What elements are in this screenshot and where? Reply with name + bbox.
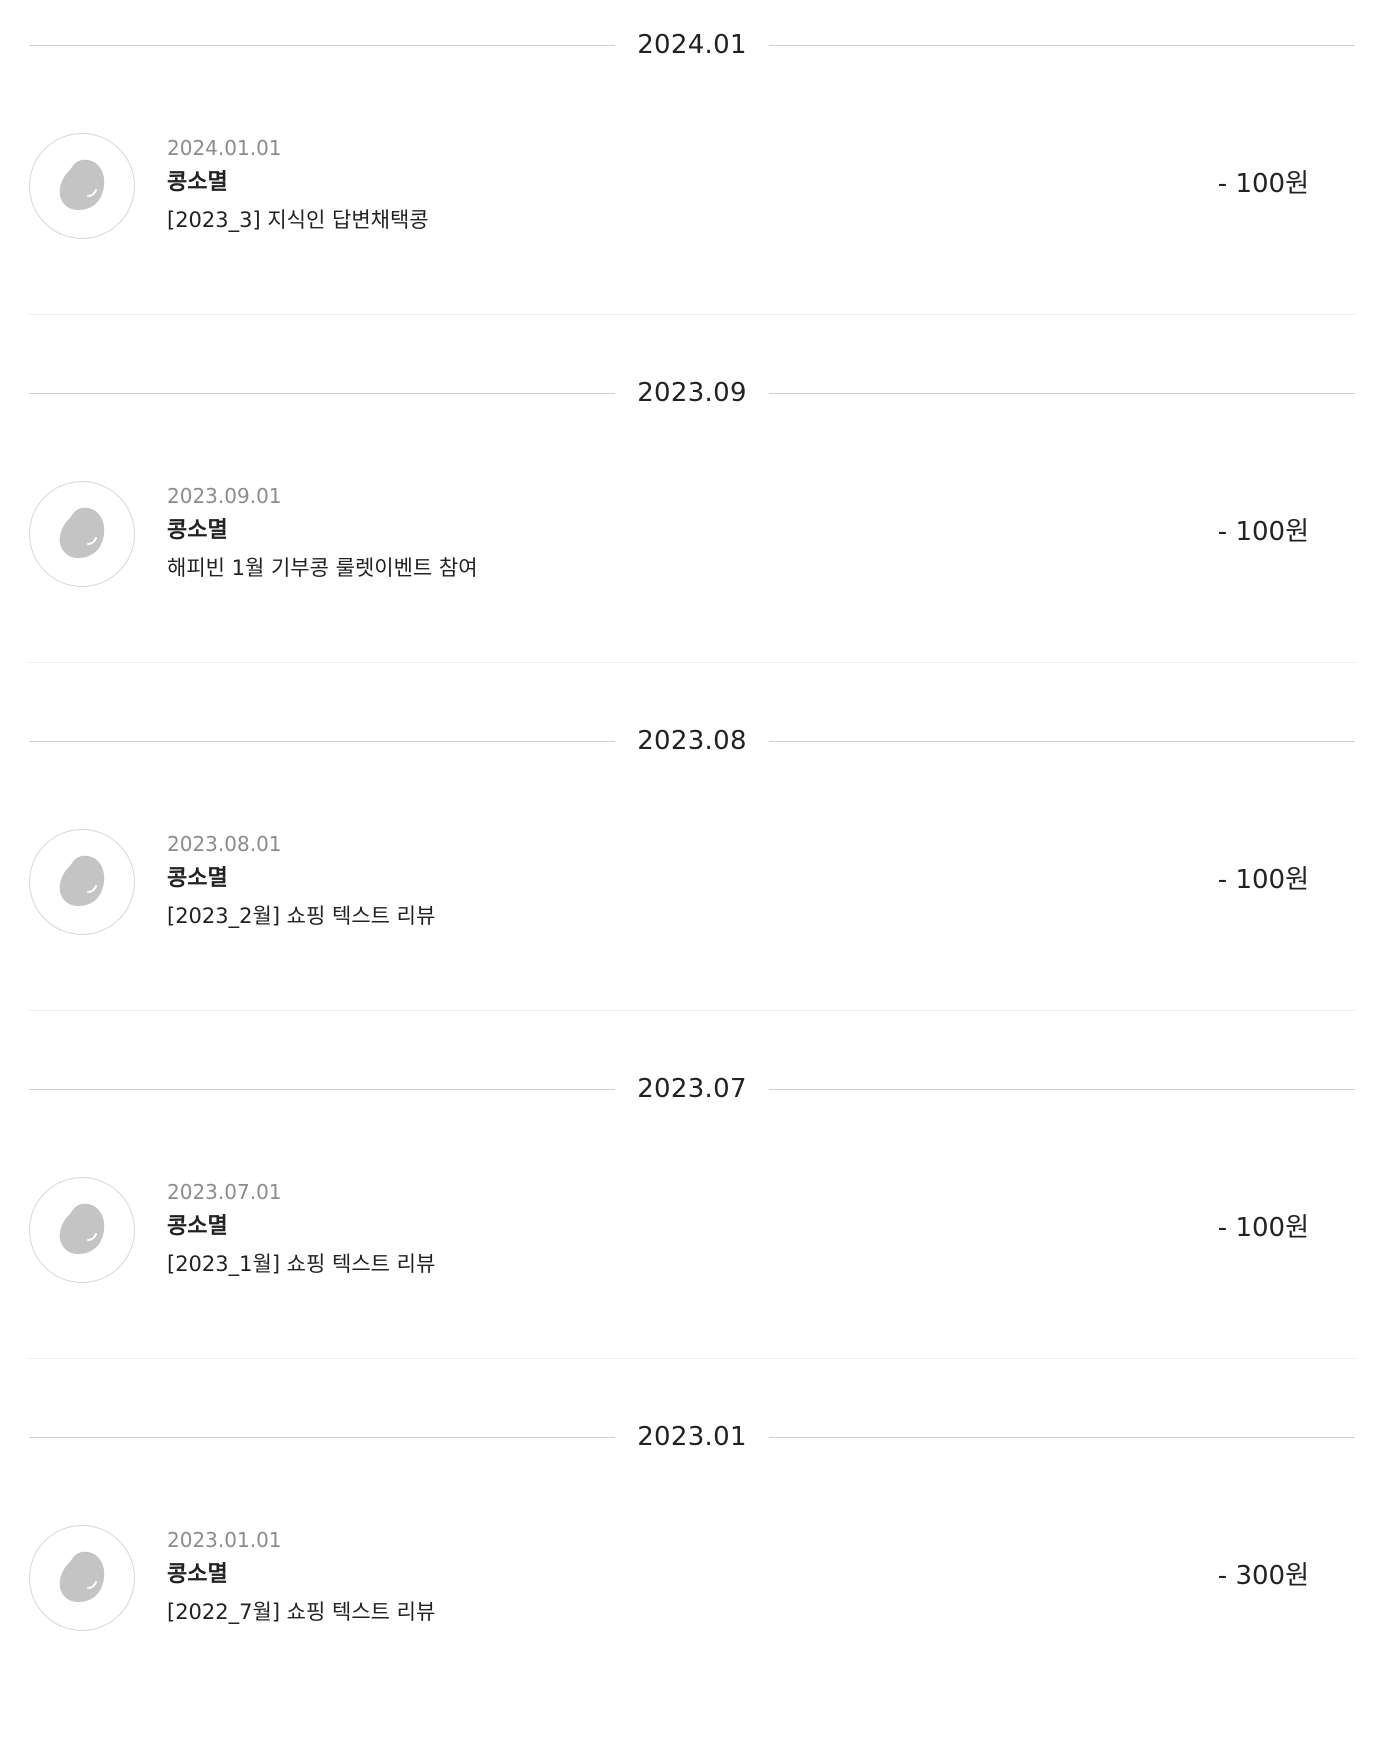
month-divider-right <box>769 1437 1355 1438</box>
bean-icon <box>59 159 105 210</box>
entry-amount: - 100원 <box>1217 169 1309 199</box>
entry-source: 콩소멸 <box>167 866 228 891</box>
entry-amount: - 300원 <box>1217 1561 1309 1591</box>
entry-source: 콩소멸 <box>167 1562 228 1587</box>
month-header: 2024.01 <box>29 27 1355 63</box>
entry-date: 2023.07.01 <box>167 1180 282 1204</box>
month-header: 2023.01 <box>29 1419 1355 1455</box>
month-section: 2023.07 2023.07.01 콩소멸 [2023_1월] 쇼핑 텍스트 … <box>29 1044 1373 1392</box>
month-divider-left <box>29 1089 615 1090</box>
entry-date: 2023.08.01 <box>167 832 282 856</box>
bean-avatar <box>29 829 135 935</box>
section-divider <box>29 662 1355 663</box>
entry-source: 콩소멸 <box>167 170 228 195</box>
bean-icon <box>59 507 105 558</box>
bean-avatar <box>29 1525 135 1631</box>
section-divider <box>29 1358 1355 1359</box>
month-divider-left <box>29 45 615 46</box>
month-section: 2023.08 2023.08.01 콩소멸 [2023_2월] 쇼핑 텍스트 … <box>29 696 1373 1044</box>
entry-description: [2022_7월] 쇼핑 텍스트 리뷰 <box>167 1600 436 1624</box>
entry-amount: - 100원 <box>1217 517 1309 547</box>
entry-description: [2023_3] 지식인 답변채택콩 <box>167 208 429 232</box>
entry-source: 콩소멸 <box>167 1214 228 1239</box>
bean-avatar <box>29 133 135 239</box>
month-header: 2023.07 <box>29 1071 1355 1107</box>
bean-icon <box>59 1203 105 1254</box>
bean-history-list: 2024.01 2024.01.01 콩소멸 [2023_3] 지식인 답변채택… <box>29 0 1373 1740</box>
month-label: 2023.01 <box>637 1422 747 1452</box>
bean-icon <box>59 1551 105 1602</box>
entry-amount: - 100원 <box>1217 1213 1309 1243</box>
history-entry: 2023.08.01 콩소멸 [2023_2월] 쇼핑 텍스트 리뷰 - 100… <box>29 801 1355 935</box>
month-divider-right <box>769 393 1355 394</box>
bean-avatar <box>29 481 135 587</box>
entry-amount: - 100원 <box>1217 865 1309 895</box>
month-divider-left <box>29 741 615 742</box>
bean-icon <box>59 855 105 906</box>
history-entry: 2023.07.01 콩소멸 [2023_1월] 쇼핑 텍스트 리뷰 - 100… <box>29 1149 1355 1283</box>
month-section: 2023.09 2023.09.01 콩소멸 해피빈 1월 기부콩 룰렛이벤트 … <box>29 348 1373 696</box>
month-header: 2023.09 <box>29 375 1355 411</box>
month-header: 2023.08 <box>29 723 1355 759</box>
history-entry: 2023.01.01 콩소멸 [2022_7월] 쇼핑 텍스트 리뷰 - 300… <box>29 1497 1355 1631</box>
section-divider <box>29 314 1355 315</box>
entry-date: 2023.09.01 <box>167 484 282 508</box>
month-divider-left <box>29 1437 615 1438</box>
month-divider-right <box>769 45 1355 46</box>
month-label: 2024.01 <box>637 30 747 60</box>
entry-date: 2023.01.01 <box>167 1528 282 1552</box>
month-divider-right <box>769 741 1355 742</box>
history-entry: 2023.09.01 콩소멸 해피빈 1월 기부콩 룰렛이벤트 참여 - 100… <box>29 453 1355 587</box>
month-label: 2023.07 <box>637 1074 747 1104</box>
entry-source: 콩소멸 <box>167 518 228 543</box>
month-section: 2024.01 2024.01.01 콩소멸 [2023_3] 지식인 답변채택… <box>29 0 1373 348</box>
entry-description: [2023_1월] 쇼핑 텍스트 리뷰 <box>167 1252 436 1276</box>
month-section: 2023.01 2023.01.01 콩소멸 [2022_7월] 쇼핑 텍스트 … <box>29 1392 1373 1740</box>
entry-description: 해피빈 1월 기부콩 룰렛이벤트 참여 <box>167 556 478 580</box>
month-label: 2023.08 <box>637 726 747 756</box>
month-divider-right <box>769 1089 1355 1090</box>
section-divider <box>29 1010 1355 1011</box>
history-entry: 2024.01.01 콩소멸 [2023_3] 지식인 답변채택콩 - 100원 <box>29 105 1355 239</box>
entry-date: 2024.01.01 <box>167 136 282 160</box>
month-label: 2023.09 <box>637 378 747 408</box>
entry-description: [2023_2월] 쇼핑 텍스트 리뷰 <box>167 904 436 928</box>
bean-avatar <box>29 1177 135 1283</box>
month-divider-left <box>29 393 615 394</box>
